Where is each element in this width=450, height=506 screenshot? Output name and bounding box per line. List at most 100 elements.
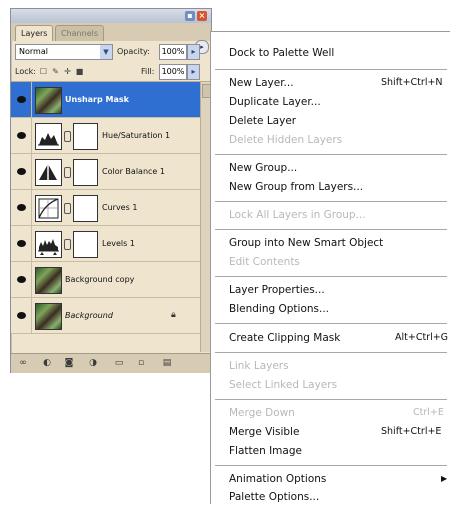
menu-item-select-linked-layers[interactable]: Select Linked Layers: [229, 376, 449, 394]
levels-adjustment-icon: [35, 231, 62, 258]
visibility-eye-icon[interactable]: [17, 312, 26, 319]
tab-channels[interactable]: Channels: [55, 25, 105, 41]
fill-slider-arrow-icon[interactable]: ▸: [187, 64, 200, 80]
menu-item-duplicate-layer[interactable]: Duplicate Layer...: [229, 93, 449, 111]
menu-item-delete-hidden-layers[interactable]: Delete Hidden Layers: [229, 131, 449, 149]
menu-item-group-into-smart-object[interactable]: Group into New Smart Object: [229, 234, 449, 252]
menu-item-label: Merge Visible: [229, 426, 300, 438]
menu-item-create-clipping-mask[interactable]: Create Clipping Mask Alt+Ctrl+G: [229, 329, 449, 347]
add-mask-icon[interactable]: ◙: [63, 357, 75, 369]
opacity-label: Opacity:: [117, 47, 150, 56]
palette-titlebar[interactable]: ▪ ×: [11, 9, 211, 23]
lock-all-icon[interactable]: ■: [75, 67, 84, 76]
layer-row-background[interactable]: Background 🔒︎: [11, 298, 211, 334]
layer-name: Background: [65, 311, 113, 320]
menu-item-lock-all-layers-in-group[interactable]: Lock All Layers in Group...: [229, 206, 449, 224]
layer-row-color-balance[interactable]: Color Balance 1: [11, 154, 211, 190]
menu-separator: [215, 276, 447, 277]
menu-item-label: Link Layers: [229, 360, 289, 372]
trash-icon[interactable]: ▤: [161, 357, 173, 369]
chevron-down-icon[interactable]: ▼: [100, 45, 112, 59]
palette-tabs: Layers Channels ▸: [11, 23, 211, 54]
tab-layers[interactable]: Layers: [15, 25, 54, 41]
menu-separator: [215, 69, 447, 70]
menu-item-merge-down[interactable]: Merge Down Ctrl+E: [229, 404, 449, 422]
menu-item-label: Animation Options: [229, 473, 327, 485]
menu-separator: [215, 352, 447, 353]
opacity-input[interactable]: 100%: [159, 44, 187, 60]
menu-item-link-layers[interactable]: Link Layers: [229, 357, 449, 375]
layer-name: Curves 1: [102, 203, 138, 212]
divider: [31, 190, 32, 225]
menu-item-dock-to-palette-well[interactable]: Dock to Palette Well: [229, 44, 449, 62]
visibility-eye-icon[interactable]: [17, 132, 26, 139]
divider: [31, 226, 32, 261]
curves-adjustment-icon: [35, 195, 62, 222]
layer-row-hue-saturation[interactable]: Hue/Saturation 1: [11, 118, 211, 154]
visibility-eye-icon[interactable]: [17, 276, 26, 283]
layer-mask-thumbnail[interactable]: [73, 195, 98, 222]
opacity-slider-arrow-icon[interactable]: ▸: [187, 44, 200, 60]
menu-item-layer-properties[interactable]: Layer Properties...: [229, 281, 449, 299]
menu-item-label: Merge Down: [229, 407, 295, 419]
layer-style-icon[interactable]: ◐: [41, 357, 53, 369]
layers-palette-menu: Dock to Palette Well New Layer... Shift+C…: [210, 31, 450, 504]
menu-separator: [215, 323, 447, 324]
blend-mode-select[interactable]: Normal ▼: [15, 44, 113, 60]
menu-item-delete-layer[interactable]: Delete Layer: [229, 112, 449, 130]
menu-item-label: New Group...: [229, 162, 298, 174]
visibility-eye-icon[interactable]: [17, 240, 26, 247]
layer-row-unsharp-mask[interactable]: Unsharp Mask: [11, 82, 211, 118]
menu-item-palette-options[interactable]: Palette Options...: [229, 488, 449, 506]
lock-image-icon[interactable]: ✎: [51, 67, 60, 76]
menu-item-new-layer[interactable]: New Layer... Shift+Ctrl+N: [229, 74, 449, 92]
hue-saturation-adjustment-icon: [35, 123, 62, 150]
menu-item-blending-options[interactable]: Blending Options...: [229, 300, 449, 318]
layer-mask-thumbnail[interactable]: [73, 159, 98, 186]
fill-input[interactable]: 100%: [159, 64, 187, 80]
layers-list: Unsharp Mask Hue/Saturation 1 Color Bala…: [11, 82, 211, 352]
menu-item-label: Layer Properties...: [229, 284, 325, 296]
menu-item-flatten-image[interactable]: Flatten Image: [229, 442, 449, 460]
menu-item-label: Select Linked Layers: [229, 379, 338, 391]
menu-item-label: New Group from Layers...: [229, 181, 364, 193]
close-icon[interactable]: ×: [197, 11, 207, 21]
menu-item-label: Lock All Layers in Group...: [229, 209, 366, 221]
fill-label: Fill:: [141, 67, 155, 76]
layer-thumbnail: [35, 87, 62, 114]
link-layers-icon[interactable]: ∞: [17, 357, 29, 369]
lock-transparency-icon[interactable]: ☐: [39, 67, 48, 76]
menu-item-merge-visible[interactable]: Merge Visible Shift+Ctrl+E: [229, 423, 449, 441]
new-group-icon[interactable]: ▭: [113, 357, 125, 369]
menu-item-label: Edit Contents: [229, 256, 300, 268]
menu-item-edit-contents[interactable]: Edit Contents: [229, 253, 449, 271]
menu-item-animation-options[interactable]: Animation Options ▶: [229, 470, 449, 488]
layer-row-levels[interactable]: Levels 1: [11, 226, 211, 262]
visibility-eye-icon[interactable]: [17, 204, 26, 211]
minimize-icon[interactable]: ▪: [185, 11, 195, 21]
layer-mask-thumbnail[interactable]: [73, 123, 98, 150]
lock-row: Lock: ☐ ✎ ✛ ■ Fill: 100% ▸: [11, 61, 211, 82]
menu-separator: [215, 465, 447, 466]
menu-separator: [215, 201, 447, 202]
divider: [31, 298, 32, 333]
layer-mask-thumbnail[interactable]: [73, 231, 98, 258]
layer-row-curves[interactable]: Curves 1: [11, 190, 211, 226]
menu-item-label: Blending Options...: [229, 303, 330, 315]
link-chain-icon: [64, 167, 71, 178]
divider: [31, 82, 32, 117]
layer-row-background-copy[interactable]: Background copy: [11, 262, 211, 298]
menu-item-label: Delete Hidden Layers: [229, 134, 343, 146]
shortcut-text: Alt+Ctrl+G: [395, 332, 449, 343]
adjustment-layer-icon[interactable]: ◑: [87, 357, 99, 369]
menu-item-new-group[interactable]: New Group...: [229, 159, 449, 177]
shortcut-text: Ctrl+E: [413, 407, 444, 418]
layer-name: Levels 1: [102, 239, 135, 248]
visibility-eye-icon[interactable]: [17, 96, 26, 103]
new-layer-icon[interactable]: ▫: [135, 357, 147, 369]
menu-item-label: Dock to Palette Well: [229, 47, 335, 59]
menu-item-new-group-from-layers[interactable]: New Group from Layers...: [229, 178, 449, 196]
visibility-eye-icon[interactable]: [17, 168, 26, 175]
lock-position-icon[interactable]: ✛: [63, 67, 72, 76]
menu-item-label: Palette Options...: [229, 491, 320, 503]
